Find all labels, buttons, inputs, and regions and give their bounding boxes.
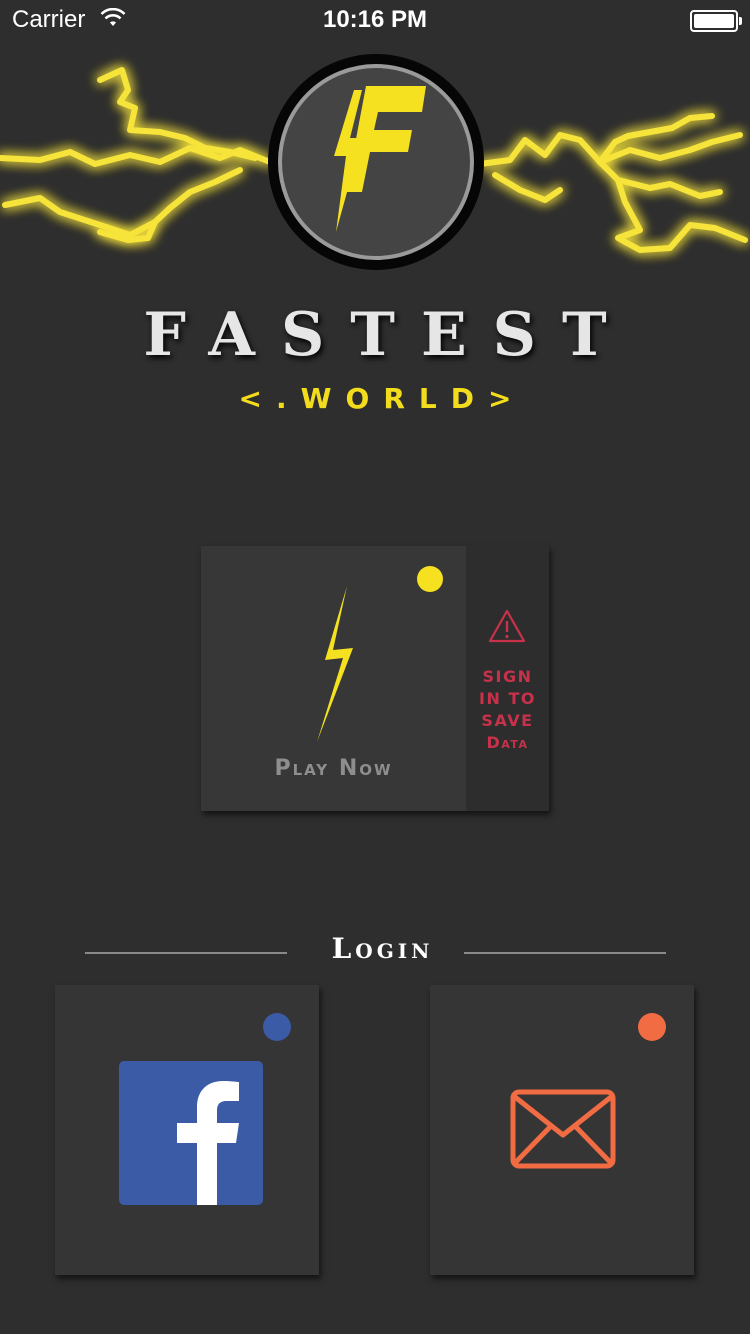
- facebook-icon: [119, 1061, 263, 1205]
- email-login-button[interactable]: [430, 985, 694, 1275]
- sign-in-message: SIGN IN TO SAVE Data: [466, 666, 549, 754]
- brand-subtitle: <.WORLD>: [238, 382, 526, 415]
- status-dot: [417, 566, 443, 592]
- envelope-icon: [510, 1089, 616, 1169]
- lightning-bolt-icon: [317, 586, 353, 742]
- sign-in-line: SAVE: [481, 711, 534, 730]
- brand-title: FASTEST: [143, 300, 633, 370]
- sign-in-line: Data: [486, 733, 529, 752]
- status-time: 10:16 PM: [322, 6, 428, 33]
- sign-in-line: IN TO: [479, 689, 536, 708]
- facebook-login-button[interactable]: [55, 985, 319, 1275]
- play-now-label: Play Now: [274, 756, 393, 781]
- divider: [464, 952, 666, 954]
- sign-in-to-save-button[interactable]: SIGN IN TO SAVE Data: [466, 546, 549, 811]
- status-dot: [263, 1013, 291, 1041]
- warning-icon: [488, 609, 526, 643]
- login-label: Login: [331, 932, 434, 965]
- play-now-button[interactable]: Play Now SIGN IN TO SAVE Data: [201, 546, 549, 811]
- app-logo: F: [268, 54, 484, 270]
- status-bar: Carrier 10:16 PM: [0, 0, 750, 40]
- sign-in-line: SIGN: [482, 667, 533, 686]
- status-dot: [638, 1013, 666, 1041]
- battery-icon: [690, 10, 742, 32]
- login-section-header: Login: [0, 930, 750, 974]
